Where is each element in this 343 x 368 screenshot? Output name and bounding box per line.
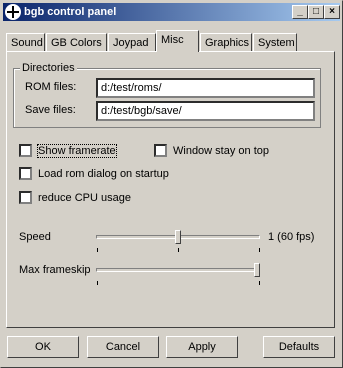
- load-rom-dialog-label: Load rom dialog on startup: [38, 167, 169, 180]
- tab-sound[interactable]: Sound: [6, 33, 45, 52]
- save-files-input[interactable]: d:/test/bgb/save/: [96, 101, 315, 121]
- window-on-top-option[interactable]: Window stay on top: [154, 144, 269, 157]
- speed-value: 1 (60 fps): [268, 231, 315, 243]
- app-icon: [5, 4, 21, 20]
- speed-label: Speed: [19, 231, 51, 243]
- speed-tick: [178, 248, 179, 252]
- speed-tick: [259, 248, 260, 252]
- show-framerate-option[interactable]: Show framerate: [19, 143, 117, 158]
- load-rom-dialog-checkbox[interactable]: [19, 167, 32, 180]
- window-title: bgb control panel: [24, 6, 117, 18]
- frameskip-slider-thumb[interactable]: [254, 263, 260, 277]
- control-panel-window: bgb control panel _ □ × Sound GB Colors …: [0, 0, 343, 368]
- frameskip-tick: [97, 281, 98, 285]
- cancel-button[interactable]: Cancel: [87, 336, 159, 358]
- maximize-button[interactable]: □: [308, 5, 324, 19]
- reduce-cpu-option[interactable]: reduce CPU usage: [19, 191, 131, 204]
- reduce-cpu-checkbox[interactable]: [19, 191, 32, 204]
- ok-button[interactable]: OK: [7, 336, 79, 358]
- speed-tick: [97, 248, 98, 252]
- tab-misc[interactable]: Misc: [156, 30, 199, 52]
- rom-files-label: ROM files:: [25, 81, 77, 93]
- frameskip-label: Max frameskip: [19, 264, 91, 276]
- show-framerate-checkbox[interactable]: [19, 144, 32, 157]
- frameskip-tick: [259, 281, 260, 285]
- tab-system[interactable]: System: [253, 33, 297, 52]
- window-on-top-label: Window stay on top: [173, 144, 269, 157]
- defaults-button[interactable]: Defaults: [263, 336, 335, 358]
- rom-files-input[interactable]: d:/test/roms/: [96, 78, 315, 98]
- frameskip-slider-track[interactable]: [96, 268, 260, 272]
- apply-button[interactable]: Apply: [166, 336, 238, 358]
- minimize-button[interactable]: _: [292, 5, 308, 19]
- load-rom-dialog-option[interactable]: Load rom dialog on startup: [19, 167, 169, 180]
- window-on-top-checkbox[interactable]: [154, 144, 167, 157]
- close-button[interactable]: ×: [324, 5, 340, 19]
- tab-gb-colors[interactable]: GB Colors: [46, 33, 107, 52]
- save-files-label: Save files:: [25, 104, 76, 116]
- tab-joypad[interactable]: Joypad: [108, 33, 156, 52]
- speed-slider-thumb[interactable]: [175, 230, 181, 244]
- show-framerate-label: Show framerate: [37, 143, 117, 158]
- reduce-cpu-label: reduce CPU usage: [38, 191, 131, 204]
- tab-graphics[interactable]: Graphics: [200, 33, 252, 52]
- directories-label: Directories: [20, 62, 77, 74]
- title-bar[interactable]: bgb control panel _ □ ×: [3, 3, 340, 21]
